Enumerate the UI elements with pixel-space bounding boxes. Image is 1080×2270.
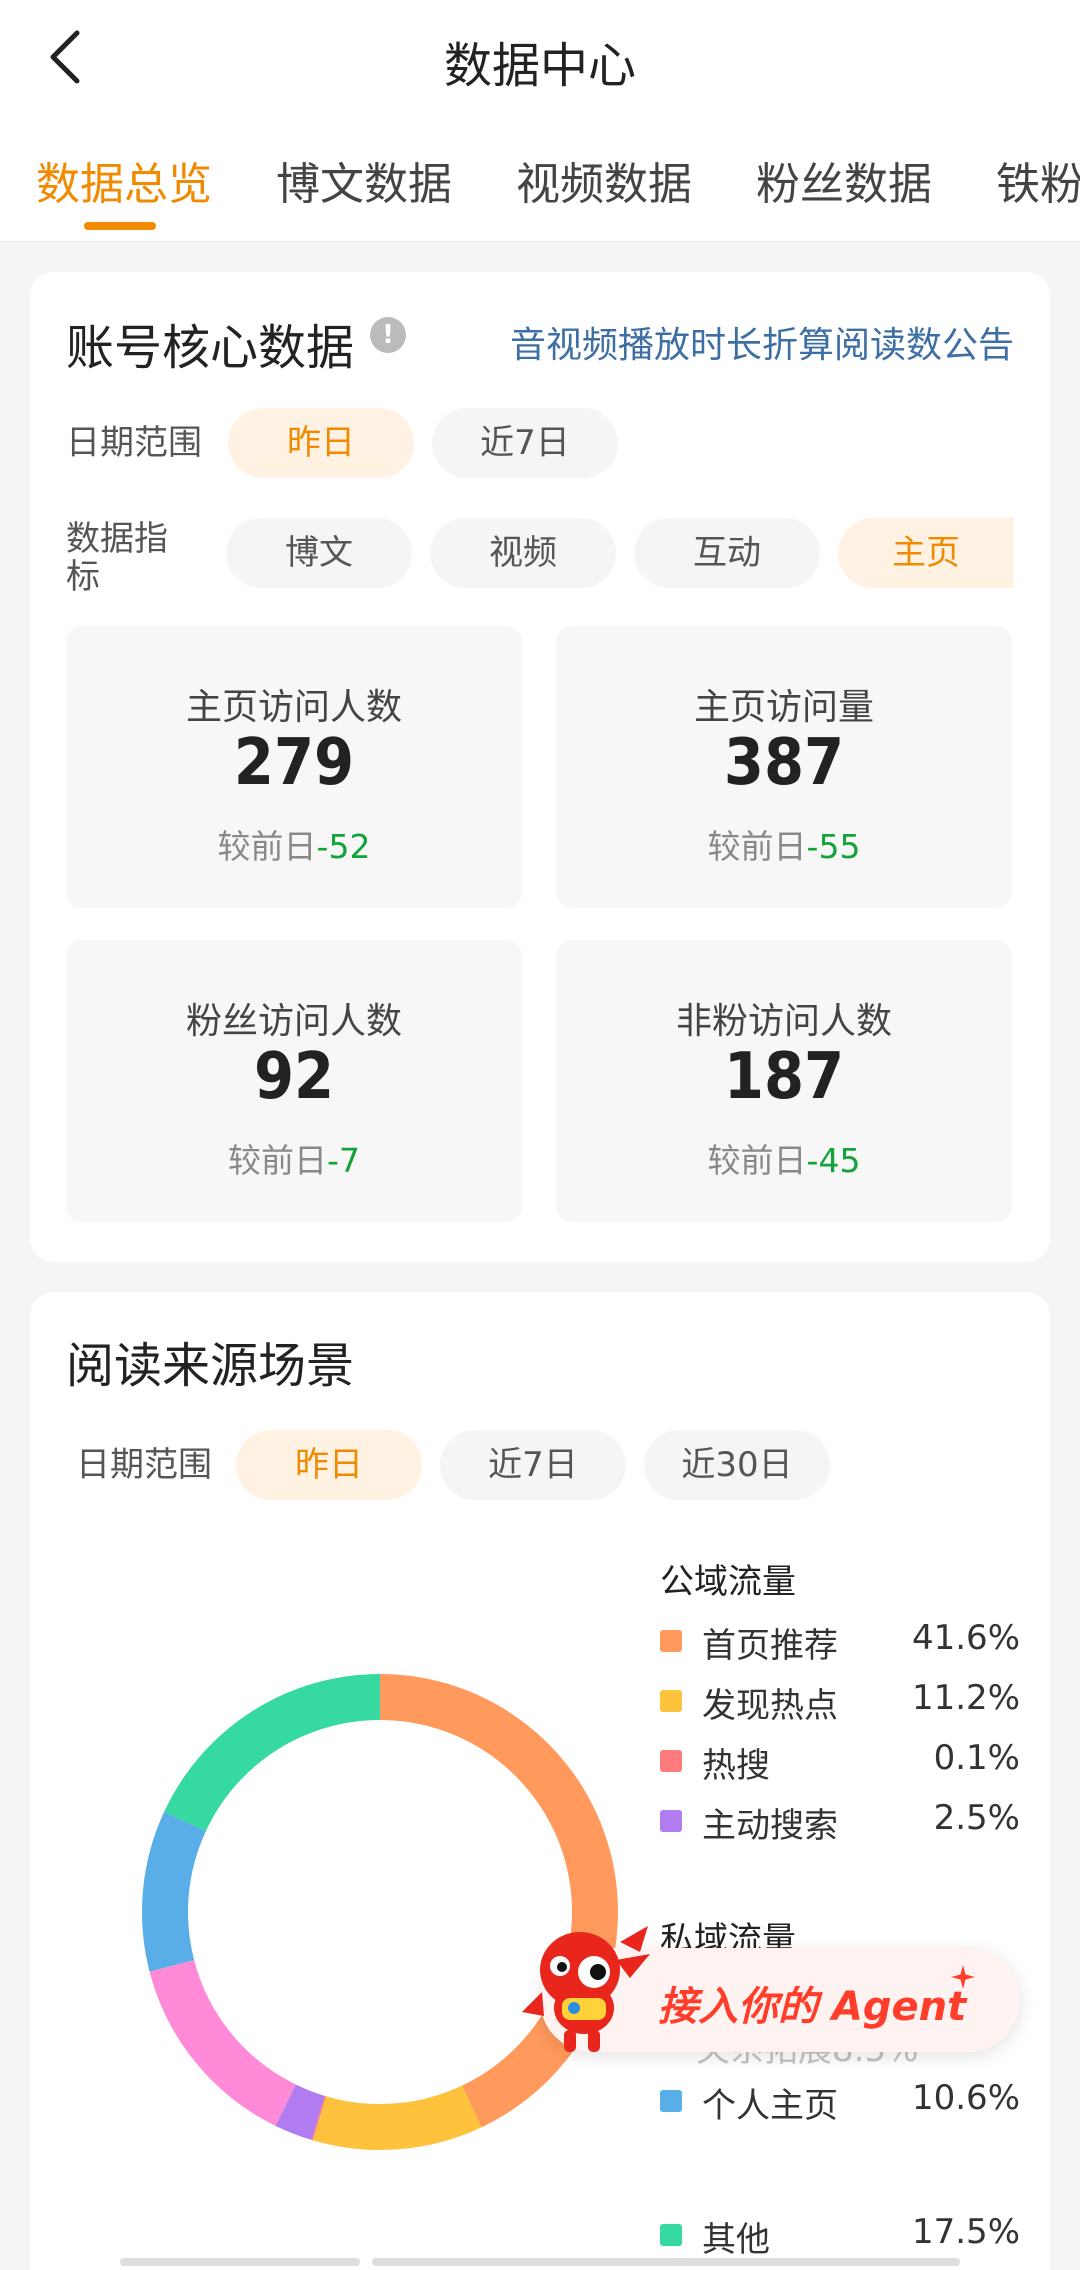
sparkle-icon xyxy=(951,1965,975,1989)
legend-item-active-search: 主动搜索 2.5% xyxy=(660,1798,1020,1846)
scroll-indicator xyxy=(372,2258,960,2266)
legend-pct: 10.6% xyxy=(911,2078,1020,2118)
legend-pct: 17.5% xyxy=(911,2212,1020,2252)
notice-link[interactable]: 音视频播放时长折算阅读数公告 xyxy=(510,316,1014,368)
legend-item-discover-hot: 发现热点 11.2% xyxy=(660,1678,1020,1726)
date-range-label: 日期范围 xyxy=(66,423,202,463)
date-7days-pill[interactable]: 近7日 xyxy=(432,408,618,478)
top-header: 数据中心 数据总览 博文数据 视频数据 粉丝数据 铁粉 xyxy=(0,0,1080,242)
metric-label: 数据指标 xyxy=(66,519,168,597)
legend-swatch xyxy=(660,1630,682,1652)
tab-video-data[interactable]: 视频数据 xyxy=(516,148,692,212)
stat-fan-visitors[interactable]: 粉丝访问人数 92 较前日-7 xyxy=(66,940,522,1222)
donut-slice-3 xyxy=(275,2084,326,2140)
metric-video-pill[interactable]: 视频 xyxy=(430,518,616,588)
date-yesterday-pill[interactable]: 昨日 xyxy=(228,408,414,478)
active-tab-indicator xyxy=(84,222,156,230)
donut-slice-1 xyxy=(312,2085,482,2150)
date-yesterday-pill[interactable]: 昨日 xyxy=(236,1430,422,1500)
date-range-label: 日期范围 xyxy=(76,1445,212,1485)
stat-value: 279 xyxy=(233,726,355,800)
stat-label: 主页访问人数 xyxy=(185,687,402,728)
compare-prefix: 较前日 xyxy=(217,827,317,866)
legend-name: 首页推荐 xyxy=(702,1626,838,1666)
date-7days-pill[interactable]: 近7日 xyxy=(440,1430,626,1500)
tab-post-data[interactable]: 博文数据 xyxy=(276,148,452,212)
tab-iron-fans[interactable]: 铁粉 xyxy=(996,148,1080,212)
stat-homepage-visitors[interactable]: 主页访问人数 279 较前日-52 xyxy=(66,626,522,908)
read-source-card: 阅读来源场景 日期范围 昨日 近7日 近30日 公域流量 首页推荐 41.6% … xyxy=(30,1292,1050,2270)
legend-swatch xyxy=(660,1810,682,1832)
legend-item-hot-search: 热搜 0.1% xyxy=(660,1738,1020,1786)
core-data-card: 账号核心数据 ! 音视频播放时长折算阅读数公告 日期范围 昨日 近7日 数据指标… xyxy=(30,272,1050,1262)
legend-swatch xyxy=(660,2224,682,2246)
legend-pct: 0.1% xyxy=(933,1738,1020,1778)
stat-value: 387 xyxy=(723,726,845,800)
legend-name: 其他 xyxy=(702,2220,770,2260)
stat-homepage-views[interactable]: 主页访问量 387 较前日-55 xyxy=(556,626,1012,908)
compare-prefix: 较前日 xyxy=(707,827,807,866)
stat-label: 非粉访问人数 xyxy=(675,1001,892,1042)
tab-overview[interactable]: 数据总览 xyxy=(36,148,212,212)
compare-prefix: 较前日 xyxy=(707,1141,807,1180)
legend-name: 个人主页 xyxy=(702,2086,838,2126)
date-30days-pill[interactable]: 近30日 xyxy=(644,1430,830,1500)
page-title: 数据中心 xyxy=(443,38,636,94)
donut-slice-5 xyxy=(142,1811,207,1972)
delta-value: -45 xyxy=(806,1141,861,1180)
stat-compare: 较前日-55 xyxy=(556,820,1012,868)
stat-value: 187 xyxy=(723,1040,845,1114)
legend-name: 主动搜索 xyxy=(702,1806,838,1846)
delta-value: -55 xyxy=(806,827,861,866)
legend-swatch xyxy=(660,1690,682,1712)
stat-compare: 较前日-52 xyxy=(66,820,522,868)
tab-bar: 数据总览 博文数据 视频数据 粉丝数据 铁粉 xyxy=(0,148,1080,218)
metric-homepage-pill[interactable]: 主页 xyxy=(838,518,1014,588)
read-source-title: 阅读来源场景 xyxy=(66,1338,355,1394)
legend-name: 热搜 xyxy=(702,1746,770,1786)
legend-swatch xyxy=(660,2090,682,2112)
core-data-title: 账号核心数据 xyxy=(66,320,355,376)
legend-pct: 41.6% xyxy=(911,1618,1020,1658)
delta-value: -52 xyxy=(316,827,371,866)
lobster-mascot-icon[interactable] xyxy=(512,1912,662,2062)
delta-value: -7 xyxy=(327,1141,360,1180)
public-traffic-label: 公域流量 xyxy=(660,1562,796,1602)
legend-item-homepage-recommend: 首页推荐 41.6% xyxy=(660,1618,1020,1666)
agent-banner-text: 接入你的 Agent xyxy=(658,1984,967,2030)
legend-pct: 11.2% xyxy=(911,1678,1020,1718)
donut-slice-4 xyxy=(149,1959,297,2126)
stat-nonfan-visitors[interactable]: 非粉访问人数 187 较前日-45 xyxy=(556,940,1012,1222)
legend-pct: 2.5% xyxy=(933,1798,1020,1838)
legend-item-other: 其他 17.5% xyxy=(660,2212,1020,2260)
stat-label: 主页访问量 xyxy=(693,687,874,728)
donut-slice-6 xyxy=(164,1674,381,1832)
stat-compare: 较前日-7 xyxy=(66,1134,522,1182)
tab-fans-data[interactable]: 粉丝数据 xyxy=(756,148,932,212)
stat-label: 粉丝访问人数 xyxy=(185,1001,402,1042)
metric-interaction-pill[interactable]: 互动 xyxy=(634,518,820,588)
legend-name: 发现热点 xyxy=(702,1686,838,1726)
legend-item-personal-homepage: 个人主页 10.6% xyxy=(660,2078,1020,2126)
metric-post-pill[interactable]: 博文 xyxy=(226,518,412,588)
legend-swatch xyxy=(660,1750,682,1772)
scroll-indicator xyxy=(120,2258,360,2266)
info-icon[interactable]: ! xyxy=(370,317,406,353)
stat-compare: 较前日-45 xyxy=(556,1134,1012,1182)
stat-value: 92 xyxy=(253,1040,335,1114)
compare-prefix: 较前日 xyxy=(228,1141,328,1180)
